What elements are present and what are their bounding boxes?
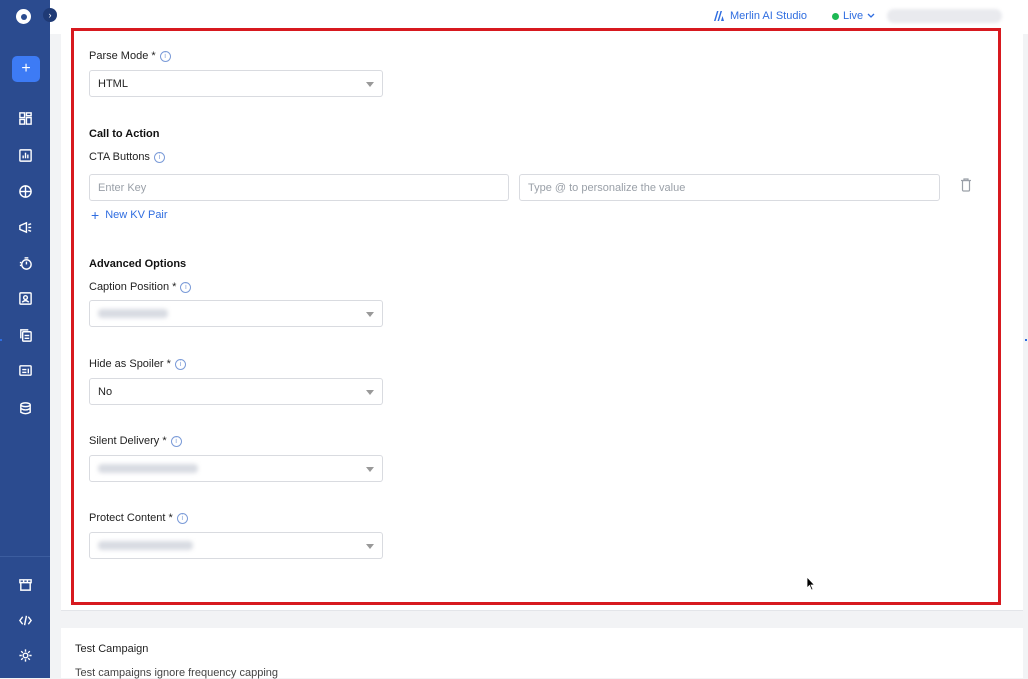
- edge-marker: [0, 339, 2, 341]
- dropdown-caret-icon: [366, 544, 374, 549]
- silent-delivery-label: Silent Delivery * i: [89, 435, 182, 447]
- dropdown-caret-icon: [366, 390, 374, 395]
- cta-buttons-label: CTA Buttons i: [89, 151, 165, 163]
- test-campaign-description: Test campaigns ignore frequency capping: [75, 667, 279, 679]
- analytics-icon[interactable]: [15, 145, 35, 165]
- plus-icon: +: [91, 207, 100, 223]
- parse-mode-value: HTML: [98, 77, 128, 90]
- account-menu[interactable]: [887, 9, 1002, 23]
- silent-delivery-value-blurred: [98, 464, 198, 473]
- info-icon[interactable]: i: [180, 281, 192, 293]
- delete-icon[interactable]: [960, 178, 972, 192]
- advanced-options-heading: Advanced Options: [89, 258, 187, 270]
- dropdown-caret-icon: [366, 312, 374, 317]
- data-icon[interactable]: [15, 398, 35, 418]
- caption-position-label: Caption Position * i: [89, 281, 192, 293]
- hide-as-spoiler-label: Hide as Spoiler * i: [89, 358, 186, 370]
- environment-selector[interactable]: Live: [832, 10, 875, 22]
- merlin-ai-studio-link[interactable]: Merlin AI Studio: [714, 10, 807, 22]
- settings-icon[interactable]: [15, 645, 35, 665]
- templates-icon[interactable]: [15, 325, 35, 345]
- sidebar: +: [0, 0, 50, 678]
- catalog-icon[interactable]: [15, 360, 35, 380]
- campaigns-icon[interactable]: [15, 217, 35, 237]
- new-kv-pair-button[interactable]: + New KV Pair: [91, 208, 168, 222]
- cta-value-input[interactable]: [519, 174, 940, 201]
- hide-as-spoiler-select[interactable]: No: [89, 378, 383, 405]
- caption-position-value-blurred: [98, 309, 168, 318]
- chevron-down-icon: [867, 13, 875, 18]
- info-icon[interactable]: i: [176, 512, 188, 524]
- segments-icon[interactable]: [15, 181, 35, 201]
- silent-delivery-select[interactable]: [89, 455, 383, 482]
- environment-label: Live: [843, 10, 864, 22]
- info-icon[interactable]: i: [174, 358, 186, 370]
- edge-marker: [1025, 339, 1027, 341]
- journeys-icon[interactable]: [15, 253, 35, 273]
- protect-content-select[interactable]: [89, 532, 383, 559]
- merlin-logo-icon: [714, 11, 724, 21]
- call-to-action-heading: Call to Action: [89, 128, 160, 140]
- developer-icon[interactable]: [15, 610, 35, 630]
- parse-mode-select[interactable]: HTML: [89, 70, 383, 97]
- dropdown-caret-icon: [366, 467, 374, 472]
- dropdown-caret-icon: [366, 82, 374, 87]
- protect-content-label: Protect Content * i: [89, 512, 188, 524]
- protect-content-value-blurred: [98, 541, 193, 550]
- top-bar: [50, 0, 1028, 34]
- hide-as-spoiler-value: No: [98, 385, 113, 398]
- dashboard-icon[interactable]: [15, 108, 35, 128]
- caption-position-select[interactable]: [89, 300, 383, 327]
- mouse-cursor-icon: [806, 576, 816, 591]
- info-icon[interactable]: i: [159, 50, 171, 62]
- logo-icon[interactable]: [16, 9, 31, 24]
- sidebar-collapse-button[interactable]: ›: [43, 8, 57, 22]
- test-campaign-title: Test Campaign: [75, 643, 149, 655]
- info-icon[interactable]: i: [153, 151, 165, 163]
- merlin-ai-studio-label: Merlin AI Studio: [730, 10, 808, 22]
- cta-key-input[interactable]: [89, 174, 509, 201]
- store-icon[interactable]: [15, 574, 35, 594]
- personalization-icon[interactable]: [15, 288, 35, 308]
- live-status-dot: [832, 12, 839, 20]
- new-kv-pair-label: New KV Pair: [105, 209, 168, 221]
- sidebar-divider: [0, 556, 50, 557]
- parse-mode-label: Parse Mode * i: [89, 50, 171, 62]
- create-button[interactable]: +: [12, 56, 40, 82]
- info-icon[interactable]: i: [170, 435, 182, 447]
